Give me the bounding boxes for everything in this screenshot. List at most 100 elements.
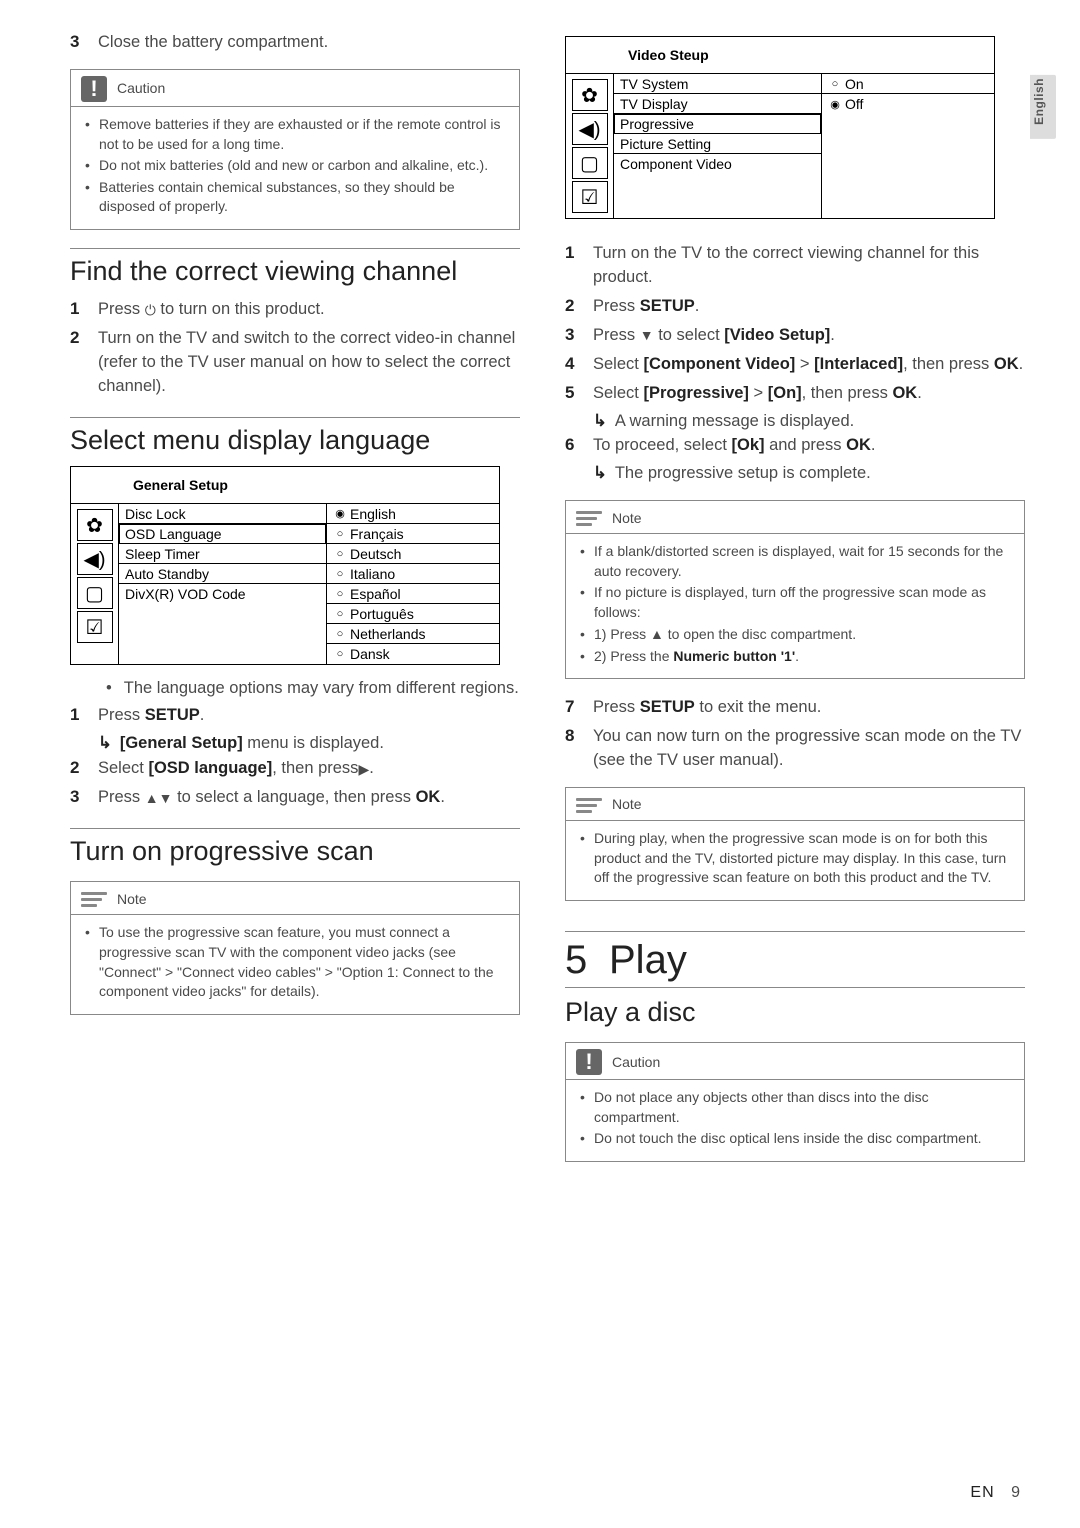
section-find-channel: Find the correct viewing channel [70, 248, 520, 287]
lang-note: The language options may vary from diffe… [70, 677, 520, 701]
chapter-title: Play [609, 938, 687, 982]
section-progressive-scan: Turn on progressive scan [70, 828, 520, 867]
osd-item: Component Video [614, 154, 821, 174]
caution-item: Batteries contain chemical substances, s… [85, 178, 505, 217]
down-arrow-icon: ▼ [640, 325, 654, 345]
step-text: You can now turn on the progressive scan… [593, 725, 1025, 773]
step-num: 2 [70, 756, 98, 781]
step-text: Select [OSD language], then press▶. [98, 757, 520, 781]
chapter-num: 5 [565, 938, 609, 983]
lang-step-2: 2 Select [OSD language], then press▶. [70, 756, 520, 781]
warning-icon: ! [576, 1049, 602, 1075]
prog-step-1: 1Turn on the TV to the correct viewing c… [565, 241, 1025, 290]
prog-step-2: 2Press SETUP. [565, 294, 1025, 319]
osd-opt: ○Português [327, 604, 499, 624]
step-num: 4 [565, 352, 593, 377]
step-num: 8 [565, 724, 593, 749]
osd-tab-icons: ✿ ◀) ▢ ☑ [71, 504, 119, 664]
caution-item: Remove batteries if they are exhausted o… [85, 115, 505, 154]
note-icon [576, 507, 602, 529]
chapter-play: 5Play [565, 931, 1025, 983]
osd-item: Auto Standby [119, 564, 326, 584]
find-step-1: 1 Press ⏻ to turn on this product. [70, 297, 520, 322]
step-text: Select [Progressive] > [On], then press … [593, 382, 1025, 406]
step-text: Select [Component Video] > [Interlaced],… [593, 353, 1025, 377]
osd-item: Sleep Timer [119, 544, 326, 564]
prog-step-4: 4Select [Component Video] > [Interlaced]… [565, 352, 1025, 377]
step-text: Press SETUP. [98, 704, 520, 728]
note-icon [81, 888, 107, 910]
section-play-disc: Play a disc [565, 996, 1025, 1028]
osd-item: Picture Setting [614, 134, 821, 154]
step-num: 3 [70, 785, 98, 810]
step-num: 2 [565, 294, 593, 319]
caution-disc: ! Caution Do not place any objects other… [565, 1042, 1025, 1162]
osd-opt: ○Deutsch [327, 544, 499, 564]
step-text: To proceed, select [Ok] and press OK. [593, 434, 1025, 458]
step-num: 3 [565, 323, 593, 348]
step-num: 2 [70, 326, 98, 351]
step-text: Close the battery compartment. [98, 31, 520, 55]
step-text: Press SETUP to exit the menu. [593, 696, 1025, 720]
note-title: Note [612, 509, 642, 529]
osd-tab-icons: ✿ ◀) ▢ ☑ [566, 74, 614, 218]
caution-item: Do not touch the disc optical lens insid… [580, 1129, 1010, 1149]
osd-opt: ○Français [327, 524, 499, 544]
find-step-2: 2 Turn on the TV and switch to the corre… [70, 326, 520, 399]
step-num: 1 [565, 241, 593, 266]
step-close-battery: 3 Close the battery compartment. [70, 30, 520, 55]
caution-title: Caution [612, 1053, 660, 1073]
osd-opt: ○Español [327, 584, 499, 604]
step-text: Press ▼ to select [Video Setup]. [593, 324, 1025, 348]
step-num: 3 [70, 30, 98, 55]
caution-item: Do not mix batteries (old and new or car… [85, 156, 505, 176]
footer-lang: EN [970, 1484, 994, 1501]
caution-item: Do not place any objects other than disc… [580, 1088, 1010, 1127]
note-blank-screen: Note If a blank/distorted screen is disp… [565, 500, 1025, 679]
page-number: 9 [1011, 1484, 1020, 1501]
page-footer: EN 9 [970, 1484, 1020, 1502]
note-icon [576, 794, 602, 816]
updown-arrow-icon: ▲▼ [145, 788, 173, 808]
check-icon: ☑ [77, 611, 113, 643]
right-arrow-icon: ▶ [358, 759, 369, 779]
osd-item: TV System [614, 74, 821, 94]
lang-step-1: 1 Press SETUP. [70, 703, 520, 728]
screen-icon: ▢ [572, 147, 608, 179]
note-item: If a blank/distorted screen is displayed… [580, 542, 1010, 581]
step-text: Press SETUP. [593, 295, 1025, 319]
prog-step-7: 7Press SETUP to exit the menu. [565, 695, 1025, 720]
prog-step-5: 5Select [Progressive] > [On], then press… [565, 381, 1025, 406]
step-text: Turn on the TV and switch to the correct… [98, 327, 520, 399]
caution-batteries: ! Caution Remove batteries if they are e… [70, 69, 520, 230]
note-progressive: Note To use the progressive scan feature… [70, 881, 520, 1014]
note-title: Note [117, 890, 147, 910]
step-num: 1 [70, 297, 98, 322]
osd-item: TV Display [614, 94, 821, 114]
note-item: If no picture is displayed, turn off the… [580, 583, 1010, 622]
prog-step-8: 8You can now turn on the progressive sca… [565, 724, 1025, 773]
prog-step-6: 6To proceed, select [Ok] and press OK. [565, 433, 1025, 458]
gear-icon: ✿ [77, 509, 113, 541]
step-text: Turn on the TV to the correct viewing ch… [593, 242, 1025, 290]
osd-title: Video Steup [566, 37, 994, 73]
note-item: 1) Press ▲ to open the disc compartment. [580, 625, 1010, 645]
step-num: 7 [565, 695, 593, 720]
screen-icon: ▢ [77, 577, 113, 609]
eject-icon: ▲ [650, 625, 664, 645]
power-icon: ⏻ [145, 300, 156, 320]
osd-opt: ○On [822, 74, 994, 94]
prog-step-3: 3Press ▼ to select [Video Setup]. [565, 323, 1025, 348]
step-num: 6 [565, 433, 593, 458]
note-item: To use the progressive scan feature, you… [85, 923, 505, 1001]
osd-item: Disc Lock [119, 504, 326, 524]
lang-step-1-sub: [General Setup] menu is displayed. [70, 732, 520, 756]
osd-opt: ◉Off [822, 94, 994, 114]
speaker-icon: ◀) [77, 543, 113, 575]
osd-title: General Setup [71, 467, 499, 503]
section-select-language: Select menu display language [70, 417, 520, 456]
note-distorted: Note During play, when the progressive s… [565, 787, 1025, 901]
osd-item: DivX(R) VOD Code [119, 584, 326, 604]
step-num: 1 [70, 703, 98, 728]
step-num: 5 [565, 381, 593, 406]
